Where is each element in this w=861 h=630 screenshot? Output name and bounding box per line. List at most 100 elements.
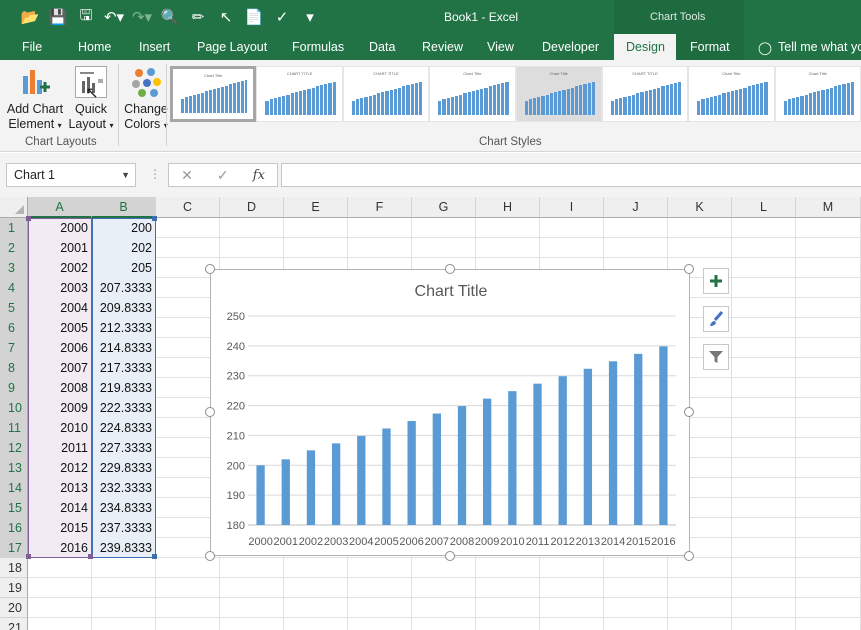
row-header-10[interactable]: 10 <box>0 398 28 418</box>
cell-b14[interactable]: 232.3333 <box>92 478 156 498</box>
cell-a12[interactable]: 2011 <box>28 438 92 458</box>
print-preview-icon[interactable]: 🔍 <box>158 6 182 28</box>
chart-style-7[interactable]: Chart Title <box>688 66 775 122</box>
row-header-9[interactable]: 9 <box>0 378 28 398</box>
chart-resize-handle[interactable] <box>444 264 455 274</box>
cell-a9[interactable]: 2008 <box>28 378 92 398</box>
cell-b11[interactable]: 224.8333 <box>92 418 156 438</box>
range-handle[interactable] <box>26 554 31 559</box>
cell-b10[interactable]: 222.3333 <box>92 398 156 418</box>
tab-page-layout[interactable]: Page Layout <box>187 34 277 60</box>
undo-icon[interactable]: ↶▾ <box>102 6 126 28</box>
row-header-8[interactable]: 8 <box>0 358 28 378</box>
tab-data[interactable]: Data <box>359 34 405 60</box>
insert-function-icon[interactable]: fx <box>253 168 265 183</box>
cell-a7[interactable]: 2006 <box>28 338 92 358</box>
save-icon[interactable]: 💾 <box>46 6 70 28</box>
cell-a13[interactable]: 2012 <box>28 458 92 478</box>
range-handle[interactable] <box>88 554 93 559</box>
row-header-2[interactable]: 2 <box>0 238 28 258</box>
row-header-21[interactable]: 21 <box>0 618 28 630</box>
column-header-b[interactable]: B <box>92 197 156 218</box>
cell-a16[interactable]: 2015 <box>28 518 92 538</box>
cell-b4[interactable]: 207.3333 <box>92 278 156 298</box>
spelling-check-icon[interactable]: ✓ <box>270 6 294 28</box>
chart-style-2[interactable]: CHART TITLE <box>256 66 343 122</box>
chart-resize-handle[interactable] <box>684 264 694 274</box>
redo-icon[interactable]: ↷▾ <box>130 6 154 28</box>
cell-a1[interactable]: 2000 <box>28 218 92 238</box>
tab-review[interactable]: Review <box>412 34 473 60</box>
cell-b2[interactable]: 202 <box>92 238 156 258</box>
column-header-g[interactable]: G <box>412 197 476 218</box>
cell-b12[interactable]: 227.3333 <box>92 438 156 458</box>
chart-style-8[interactable]: Chart Title <box>774 66 861 122</box>
row-header-15[interactable]: 15 <box>0 498 28 518</box>
column-header-a[interactable]: A <box>28 197 92 218</box>
cell-b7[interactable]: 214.8333 <box>92 338 156 358</box>
change-colors-button[interactable]: Change Colors ▾ <box>122 66 170 133</box>
chart-style-5[interactable]: Chart Title <box>515 66 602 122</box>
cell-b3[interactable]: 205 <box>92 258 156 278</box>
column-header-k[interactable]: K <box>668 197 732 218</box>
cell-b15[interactable]: 234.8333 <box>92 498 156 518</box>
cell-a14[interactable]: 2013 <box>28 478 92 498</box>
new-document-icon[interactable]: 📄 <box>242 6 266 28</box>
column-header-d[interactable]: D <box>220 197 284 218</box>
column-header-f[interactable]: F <box>348 197 412 218</box>
cell-a11[interactable]: 2010 <box>28 418 92 438</box>
tab-developer[interactable]: Developer <box>532 34 609 60</box>
range-handle[interactable] <box>152 216 157 221</box>
column-header-c[interactable]: C <box>156 197 220 218</box>
cell-a4[interactable]: 2003 <box>28 278 92 298</box>
row-header-4[interactable]: 4 <box>0 278 28 298</box>
cell-b8[interactable]: 217.3333 <box>92 358 156 378</box>
chart-resize-handle[interactable] <box>444 551 455 561</box>
chevron-down-icon[interactable]: ▼ <box>121 164 130 186</box>
select-all-corner[interactable] <box>0 197 28 218</box>
range-handle[interactable] <box>152 554 157 559</box>
column-header-j[interactable]: J <box>604 197 668 218</box>
save-as-icon[interactable]: 🖫 <box>74 6 98 28</box>
tell-me-search[interactable]: ◯ Tell me what yo <box>758 40 861 55</box>
column-header-i[interactable]: I <box>540 197 604 218</box>
column-header-e[interactable]: E <box>284 197 348 218</box>
row-header-16[interactable]: 16 <box>0 518 28 538</box>
enter-icon[interactable]: ✓ <box>217 167 229 184</box>
cell-a10[interactable]: 2009 <box>28 398 92 418</box>
chart-resize-handle[interactable] <box>684 551 694 561</box>
cell-a8[interactable]: 2007 <box>28 358 92 378</box>
chart-styles-button[interactable] <box>703 306 729 332</box>
row-header-18[interactable]: 18 <box>0 558 28 578</box>
row-header-7[interactable]: 7 <box>0 338 28 358</box>
tab-formulas[interactable]: Formulas <box>282 34 354 60</box>
chart-resize-handle[interactable] <box>205 407 215 417</box>
chart-style-6[interactable]: CHART TITLE <box>601 66 689 122</box>
cell-a3[interactable]: 2002 <box>28 258 92 278</box>
tab-format[interactable]: Format <box>680 34 740 60</box>
row-header-12[interactable]: 12 <box>0 438 28 458</box>
cell-a2[interactable]: 2001 <box>28 238 92 258</box>
tab-view[interactable]: View <box>477 34 524 60</box>
row-header-17[interactable]: 17 <box>0 538 28 558</box>
column-header-h[interactable]: H <box>476 197 540 218</box>
row-header-3[interactable]: 3 <box>0 258 28 278</box>
open-icon[interactable]: 📂 <box>18 6 42 28</box>
row-header-5[interactable]: 5 <box>0 298 28 318</box>
cell-a15[interactable]: 2014 <box>28 498 92 518</box>
range-handle[interactable] <box>26 216 31 221</box>
chart-style-3[interactable]: CHART TITLE <box>342 66 430 122</box>
row-header-11[interactable]: 11 <box>0 418 28 438</box>
chart-style-4[interactable]: Chart Title <box>429 66 516 122</box>
column-header-l[interactable]: L <box>732 197 796 218</box>
cell-b16[interactable]: 237.3333 <box>92 518 156 538</box>
cancel-icon[interactable]: ✕ <box>181 167 193 184</box>
chart-filters-button[interactable] <box>703 344 729 370</box>
row-header-19[interactable]: 19 <box>0 578 28 598</box>
cell-b5[interactable]: 209.8333 <box>92 298 156 318</box>
name-box[interactable]: Chart 1 ▼ <box>6 163 136 187</box>
cell-b9[interactable]: 219.8333 <box>92 378 156 398</box>
select-cursor-icon[interactable]: ↖ <box>214 6 238 28</box>
cell-a17[interactable]: 2016 <box>28 538 92 558</box>
row-header-1[interactable]: 1 <box>0 218 28 238</box>
